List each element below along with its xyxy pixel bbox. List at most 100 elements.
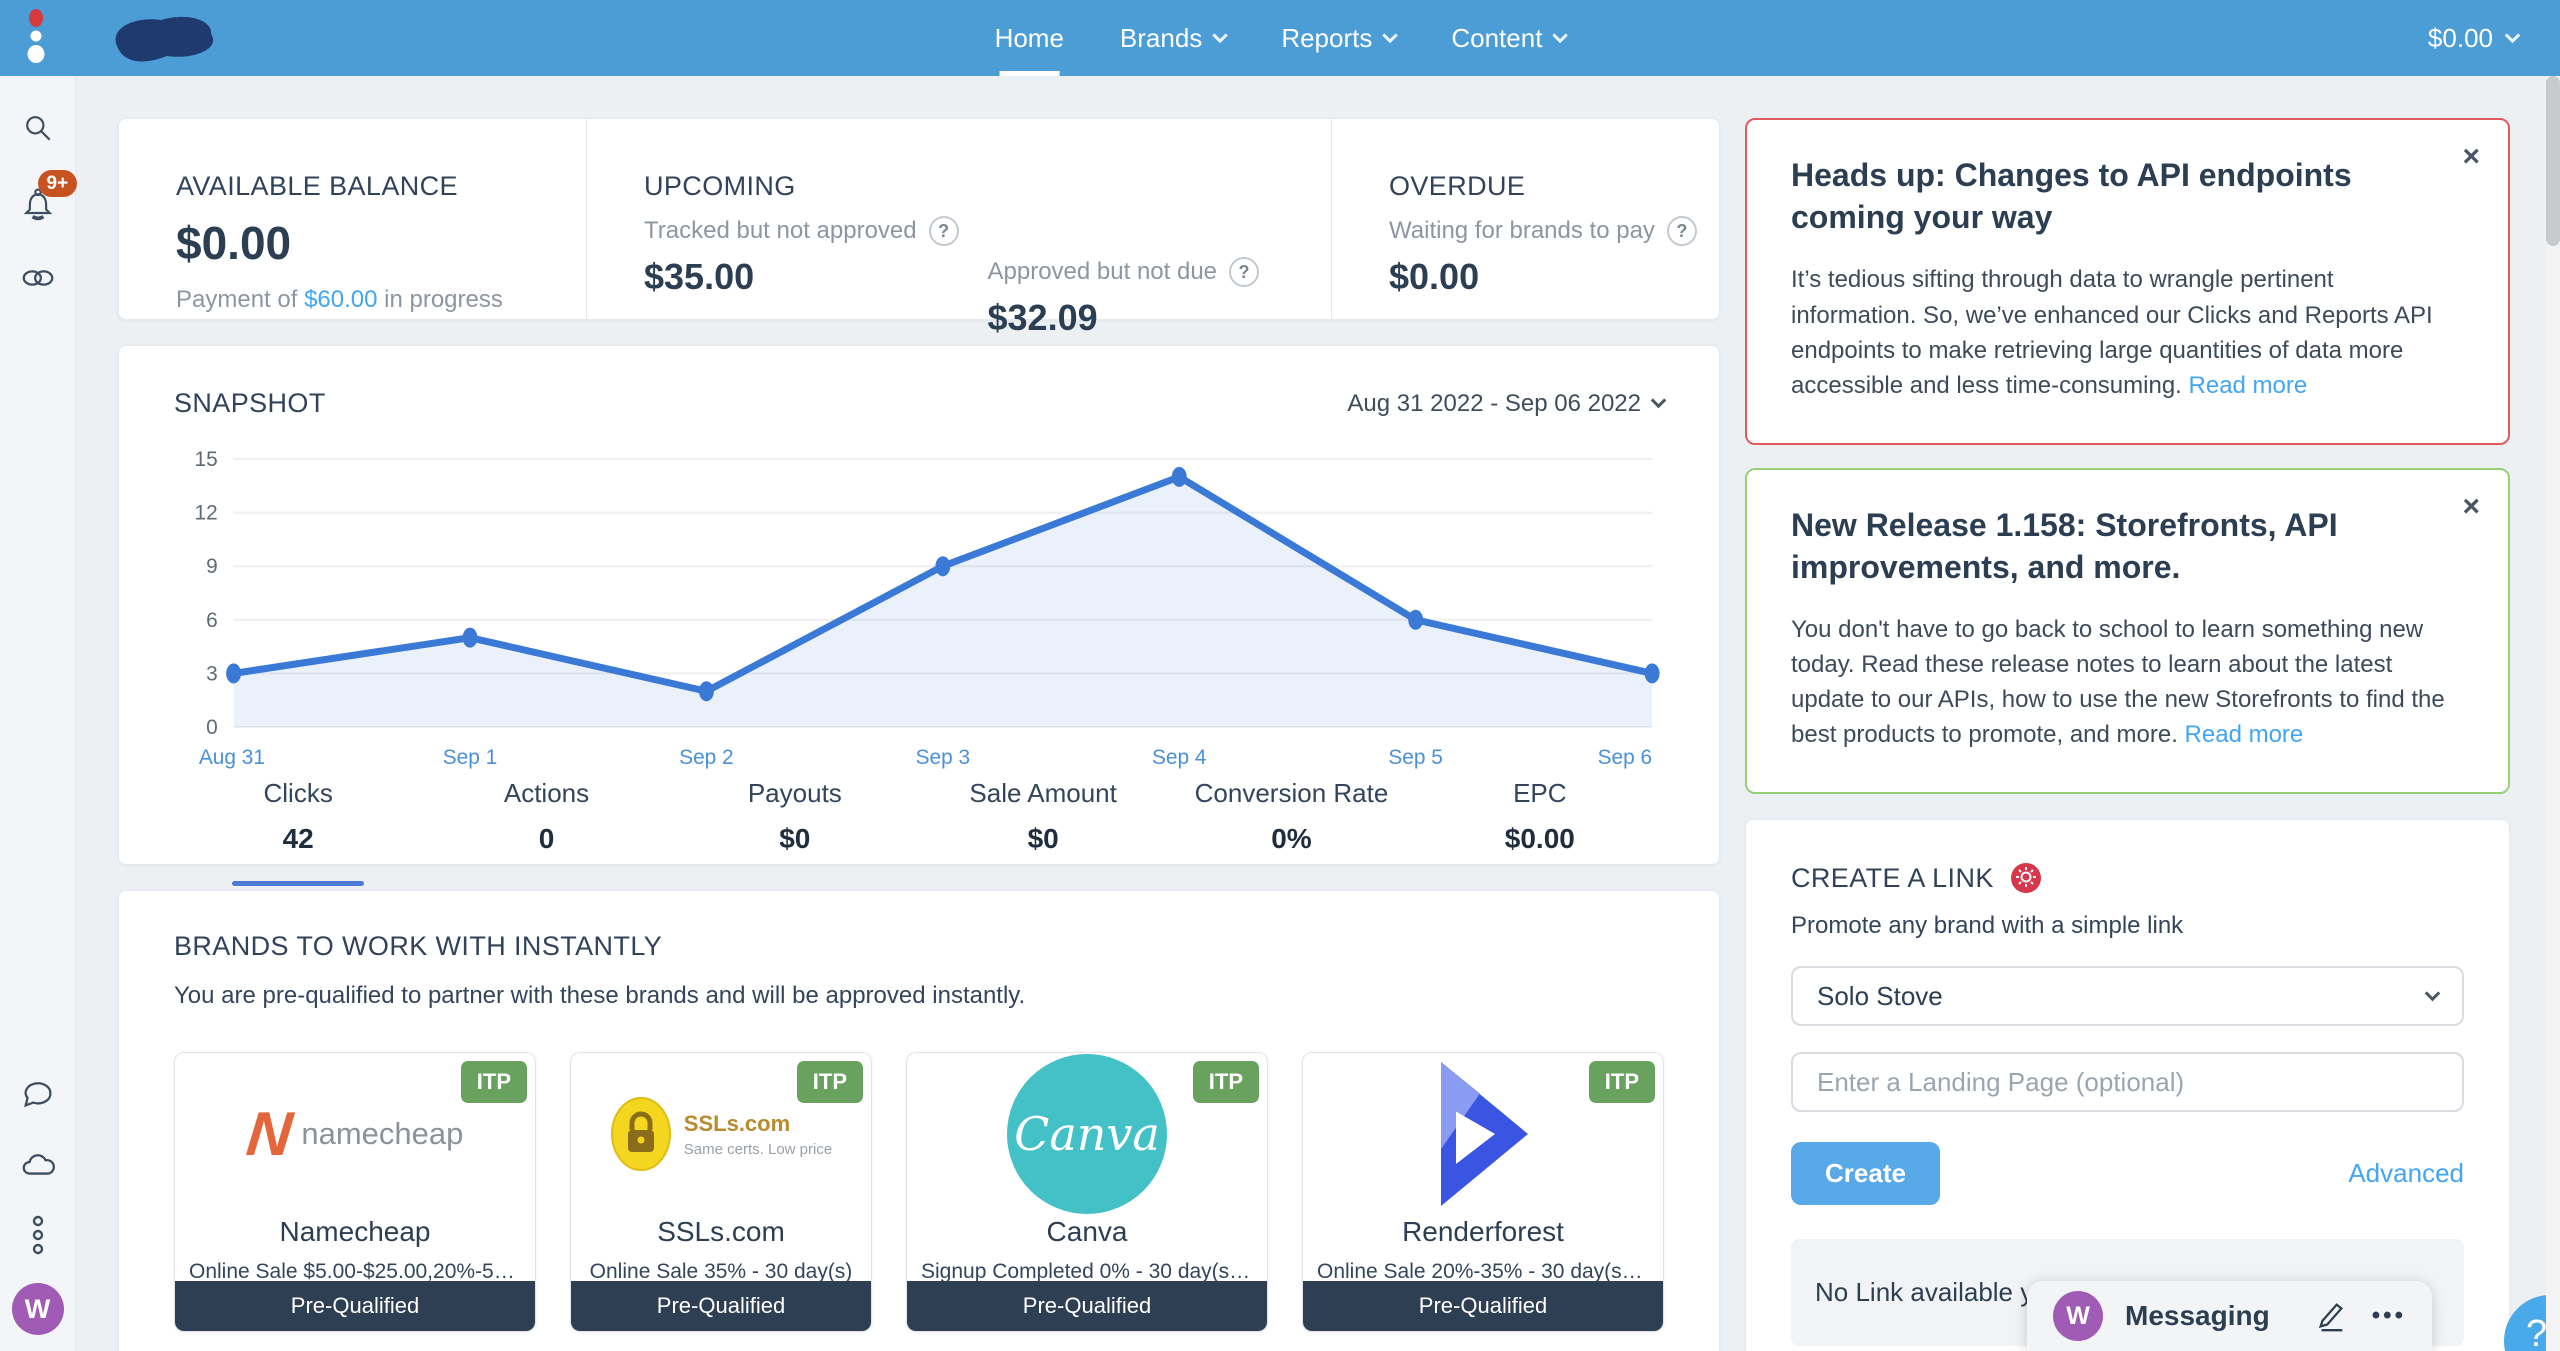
messaging-widget[interactable]: W Messaging ••• [2027,1281,2432,1351]
canva-wordmark: Canva [1014,1107,1160,1162]
tracked-value: $35.00 [644,256,755,297]
metric-label: EPC [1513,778,1567,808]
nav-balance-amount: $0.00 [2427,22,2493,53]
search-icon[interactable] [18,108,58,148]
metric-tab-epc[interactable]: EPC $0.00 [1416,778,1664,886]
metric-label: Clicks [263,778,333,808]
itp-badge: ITP [1192,1061,1259,1103]
brands-instant-title: BRANDS TO WORK WITH INSTANTLY [174,931,663,961]
snapshot-line-chart: 0 3 6 9 12 15 Aug 31 Sep 1 Sep 2 Sep 3 Sep 4 Sep 5 S… [174,437,1664,772]
notification-title: New Release 1.158: Storefronts, API impr… [1791,506,2338,585]
brand-select[interactable]: Solo Stove [1791,966,2464,1027]
nav-balance-dropdown[interactable]: $0.00 [2427,22,2521,54]
metric-tab-clicks[interactable]: Clicks 42 [174,778,422,886]
help-icon[interactable] [1666,216,1697,246]
notification-api-endpoints: Heads up: Changes to API endpoints comin… [1745,118,2510,445]
brand-card-namecheap[interactable]: ITP N namecheap Namecheap Online Sale $5… [174,1052,536,1332]
create-link-card: CREATE A LINK Promote any brand with a s… [1745,819,2510,1351]
ssls-wordmark: SSLs.com [683,1110,791,1136]
brands-instant-card: BRANDS TO WORK WITH INSTANTLY You are pr… [118,890,1720,1351]
metric-value: $0.00 [1504,823,1575,854]
brand-status: Pre-Qualified [1303,1281,1663,1331]
date-range-selector[interactable]: Aug 31 2022 - Sep 06 2022 [1347,390,1667,418]
note-suffix: in progress [377,286,503,313]
tracked-not-approved: Tracked but not approved $35.00 [644,202,988,339]
brand-name: Renderforest [1402,1215,1564,1247]
links-icon[interactable] [18,258,58,298]
chat-icon[interactable] [18,1075,58,1115]
close-icon[interactable] [2462,492,2480,522]
company-logo[interactable] [95,10,235,66]
available-balance-section: AVAILABLE BALANCE $0.00 Payment of $60.0… [119,119,586,319]
svg-text:9: 9 [206,555,218,578]
nav-item-content[interactable]: Content [1423,0,1593,76]
metric-tab-actions[interactable]: Actions 0 [422,778,670,886]
compose-pencil-icon[interactable] [2314,1299,2348,1333]
chevron-down-icon [2424,985,2441,1001]
chevron-down-icon [2504,27,2521,43]
payment-amount-link[interactable]: $60.00 [304,286,377,313]
nav-item-label: Content [1451,22,1543,53]
overdue-section: OVERDUE Waiting for brands to pay $0.00 [1331,119,1719,319]
available-balance-value: $0.00 [176,217,292,269]
top-nav: Home Brands Reports Content $0.00 [0,0,2560,76]
nav-item-label: Brands [1119,22,1203,53]
read-more-link[interactable]: Read more [2185,721,2304,748]
more-options-icon[interactable] [18,1215,58,1255]
approved-value: $32.09 [987,297,1098,338]
payment-progress-note: Payment of $60.00 in progress [176,286,586,314]
metric-tab-sale-amount[interactable]: Sale Amount $0 [919,778,1167,886]
metric-tab-payouts[interactable]: Payouts $0 [671,778,919,886]
itp-badge: ITP [1588,1061,1655,1103]
overdue-label: OVERDUE [1389,171,1526,201]
brand-terms: Signup Completed 0% - 30 day(s), Subsc..… [921,1259,1267,1281]
note-prefix: Payment of [176,286,305,313]
svg-text:0: 0 [206,716,218,739]
messaging-more-icon[interactable]: ••• [2372,1302,2406,1330]
landing-page-input[interactable] [1791,1052,2464,1113]
svg-text:Sep 5: Sep 5 [1388,746,1443,769]
namecheap-wordmark: namecheap [301,1116,464,1152]
help-icon[interactable] [928,216,959,246]
snapshot-card: SNAPSHOT Aug 31 2022 - Sep 06 2022 0 3 6 9 1… [118,345,1720,886]
create-button[interactable]: Create [1791,1142,1940,1206]
metric-label: Conversion Rate [1194,778,1389,808]
scrollbar-thumb[interactable] [2546,76,2560,246]
brand-status: Pre-Qualified [907,1281,1267,1331]
svg-text:15: 15 [195,448,218,471]
brand-card-ssls[interactable]: ITP SSLs.com Same certs. Low price SSLs.… [570,1052,872,1332]
cloud-icon[interactable] [18,1145,58,1185]
close-icon[interactable] [2462,142,2480,172]
namecheap-n-mark: N [242,1099,296,1169]
nav-item-reports[interactable]: Reports [1253,0,1423,76]
read-more-link[interactable]: Read more [2189,372,2308,399]
nav-item-label: Home [994,22,1064,53]
overdue-value: $0.00 [1389,256,1480,297]
brand-name: SSLs.com [657,1215,785,1247]
advanced-link[interactable]: Advanced [2348,1158,2464,1189]
nav-item-brands[interactable]: Brands [1092,0,1253,76]
create-link-title: CREATE A LINK [1791,862,1994,893]
left-icon-rail: 9+ W [0,76,78,1351]
active-tab-underline [232,881,365,886]
brand-status: Pre-Qualified [571,1281,871,1331]
help-icon[interactable] [1229,257,1260,287]
itp-badge: ITP [796,1061,863,1103]
brand-card-canva[interactable]: ITP Canva Canva Signup Completed 0% - 30… [906,1052,1268,1332]
svg-text:Sep 2: Sep 2 [679,746,734,769]
brand-card-renderforest[interactable]: ITP Renderforest Online Sale 20%-35% - 3… [1302,1052,1664,1332]
padlock-icon [610,1097,671,1172]
messaging-avatar: W [2053,1291,2103,1341]
chevron-down-icon [1552,27,1568,43]
brand-name: Canva [1046,1215,1128,1247]
svg-text:3: 3 [206,662,218,685]
metric-tab-conversion-rate[interactable]: Conversion Rate 0% [1167,778,1415,886]
svg-text:Aug 31: Aug 31 [199,746,265,769]
svg-text:Sep 1: Sep 1 [443,746,498,769]
metric-label: Payouts [747,778,842,808]
tracked-label: Tracked but not approved [644,217,917,244]
notification-title: Heads up: Changes to API endpoints comin… [1791,157,2352,236]
nav-item-home[interactable]: Home [967,0,1092,76]
user-avatar[interactable]: W [11,1283,64,1335]
notifications-bell-icon[interactable]: 9+ [18,170,78,224]
